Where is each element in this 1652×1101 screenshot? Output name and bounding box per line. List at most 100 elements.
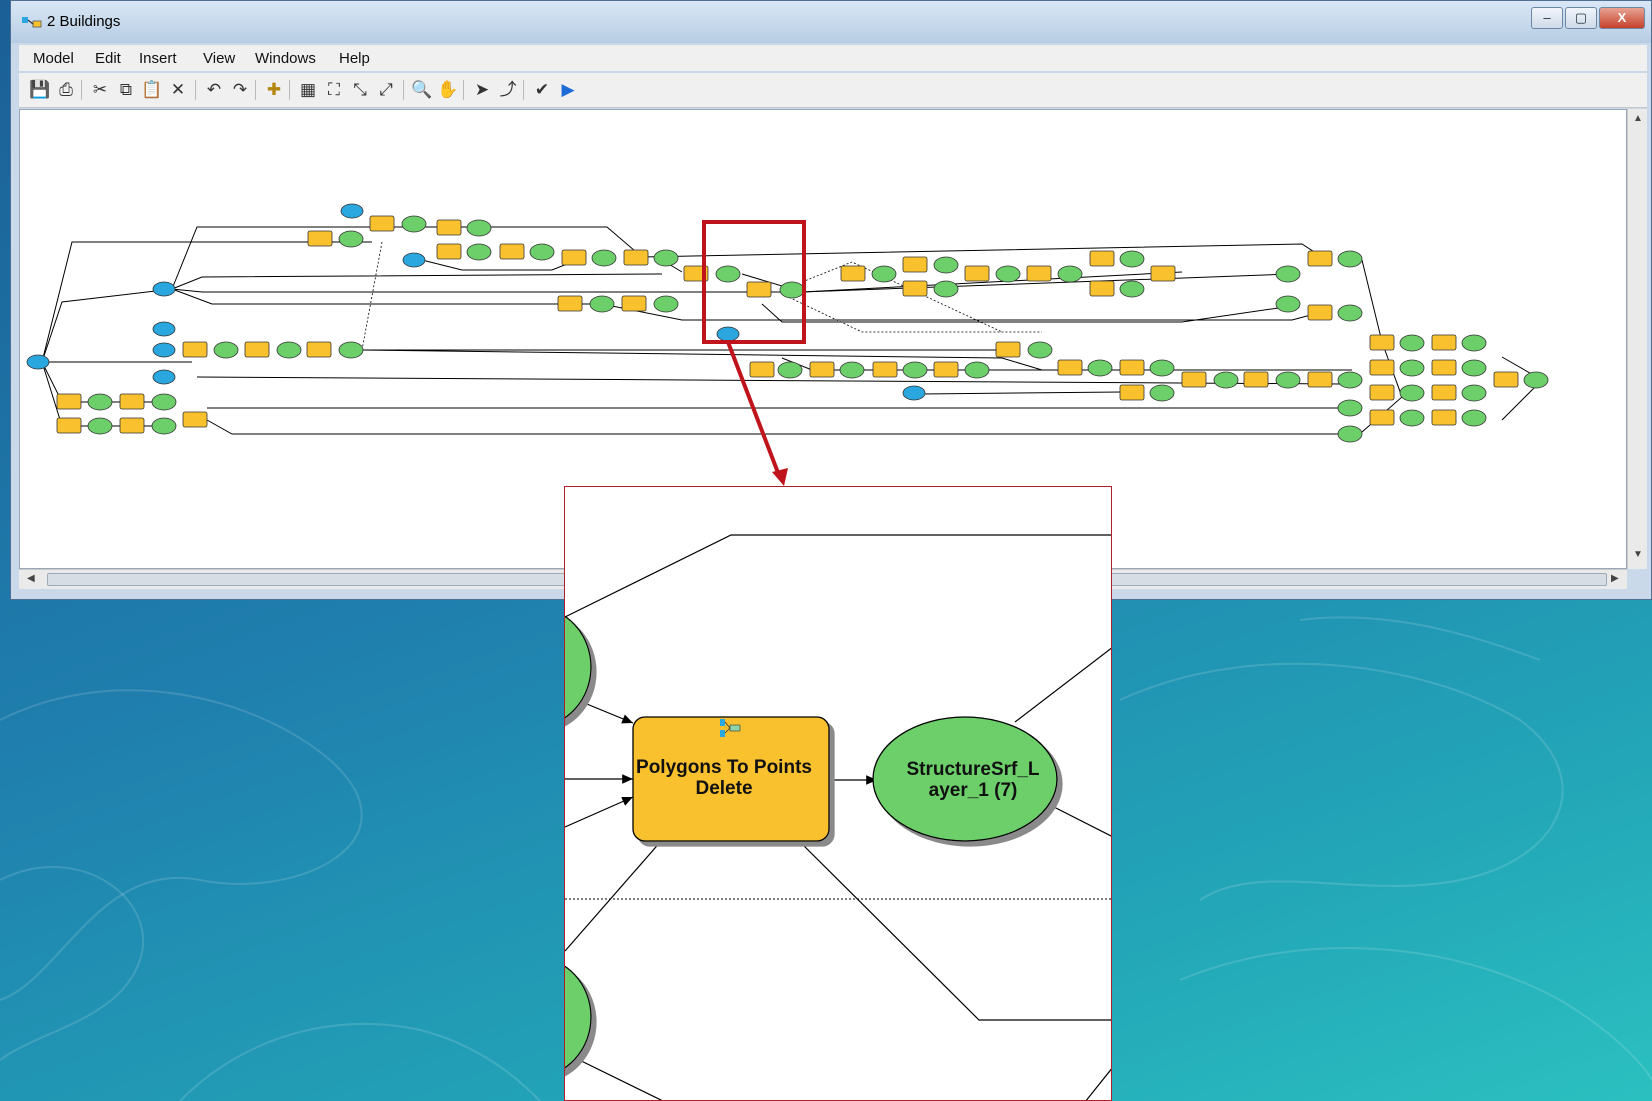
connector-line [41, 288, 173, 363]
data-node [87, 417, 113, 435]
tool-node [436, 243, 462, 260]
pan-icon[interactable]: ✋ [437, 79, 459, 101]
undo-icon[interactable]: ↶ [203, 79, 225, 101]
tool-node [1089, 250, 1115, 267]
auto-layout-icon[interactable]: ▦ [297, 79, 319, 101]
toolbar-separator [255, 80, 256, 100]
toolbar-separator [523, 80, 524, 100]
data-node [1213, 371, 1239, 389]
data-node [213, 341, 239, 359]
data-node [1337, 250, 1363, 268]
input-node [340, 203, 364, 219]
data-node [1337, 304, 1363, 322]
toolbar-separator [463, 80, 464, 100]
tool-node [56, 393, 82, 410]
tool-node [902, 280, 928, 297]
menu-view[interactable]: View [203, 50, 235, 67]
menu-model[interactable]: Model [33, 50, 74, 67]
tool-node [933, 361, 959, 378]
validate-icon[interactable]: ✔ [531, 79, 553, 101]
data-node [1399, 409, 1425, 427]
data-node [1057, 265, 1083, 283]
data-node [933, 280, 959, 298]
data-node [839, 361, 865, 379]
select-icon[interactable]: ➤ [471, 79, 493, 101]
tool-node [623, 249, 649, 266]
add-data-icon[interactable]: ✚ [263, 79, 285, 101]
input-node [716, 326, 740, 342]
copy-icon[interactable]: ⧉ [115, 79, 137, 101]
tool-node [1119, 359, 1145, 376]
scroll-right-icon[interactable]: ▶ [1611, 573, 1619, 584]
tool-node [182, 341, 208, 358]
data-node [1399, 384, 1425, 402]
tool-node [436, 219, 462, 236]
close-button[interactable]: X [1599, 7, 1645, 29]
toolbar: 💾 ⎙ ✂ ⧉ 📋 ✕ ↶ ↷ ✚ ▦ ⛶ ⤡ ⤢ 🔍 ✋ ➤ ⤴ ✔ ▶ [19, 73, 1647, 108]
tool-node [306, 341, 332, 358]
connector-line [171, 288, 782, 293]
menu-help[interactable]: Help [339, 50, 370, 67]
data-node [529, 243, 555, 261]
run-icon[interactable]: ▶ [557, 79, 579, 101]
scroll-down-icon[interactable]: ▼ [1633, 549, 1643, 560]
menu-insert[interactable]: Insert [139, 50, 177, 67]
tool-label[interactable]: Polygons To Points Delete [631, 757, 817, 799]
precondition-line [781, 293, 1042, 333]
title-bar[interactable]: 2 Buildings – ▢ X [11, 1, 1651, 43]
menu-windows[interactable]: Windows [255, 50, 316, 67]
fixed-zoom-out-icon[interactable]: ⤢ [375, 79, 397, 101]
connector-line [361, 349, 1003, 359]
full-extent-icon[interactable]: ⛶ [323, 79, 345, 101]
toolbar-separator [403, 80, 404, 100]
vertical-scrollbar[interactable]: ▲ ▼ [1627, 109, 1647, 569]
scroll-left-icon[interactable]: ◀ [27, 573, 35, 584]
data-node [1337, 425, 1363, 443]
tool-node [1243, 371, 1269, 388]
tool-node [1307, 250, 1333, 267]
save-icon[interactable]: 💾 [29, 79, 51, 101]
minimize-button[interactable]: – [1531, 7, 1563, 29]
input-node [402, 252, 426, 268]
data-node [466, 243, 492, 261]
tool-node [307, 230, 333, 247]
redo-icon[interactable]: ↷ [229, 79, 251, 101]
maximize-button[interactable]: ▢ [1565, 7, 1597, 29]
data-node [1119, 250, 1145, 268]
delete-icon[interactable]: ✕ [167, 79, 189, 101]
paste-icon[interactable]: 📋 [141, 79, 163, 101]
tool-node [499, 243, 525, 260]
input-node [26, 354, 50, 370]
window-title: 2 Buildings [47, 13, 121, 30]
data-node [1149, 384, 1175, 402]
scroll-up-icon[interactable]: ▲ [1633, 113, 1643, 124]
data-node [1275, 295, 1301, 313]
cut-icon[interactable]: ✂ [89, 79, 111, 101]
print-icon[interactable]: ⎙ [55, 79, 77, 101]
precondition-line [361, 241, 383, 351]
toolbar-separator [289, 80, 290, 100]
tool-node [1369, 334, 1395, 351]
data-node [779, 281, 805, 299]
data-node [151, 393, 177, 411]
menu-edit[interactable]: Edit [95, 50, 121, 67]
zoom-in-icon[interactable]: 🔍 [411, 79, 433, 101]
data-ellipse-left-top [565, 615, 592, 719]
data-node [1087, 359, 1113, 377]
data-node [1461, 334, 1487, 352]
tool-node [1057, 359, 1083, 376]
data-node [777, 361, 803, 379]
connector-line [741, 271, 1183, 293]
fixed-zoom-in-icon[interactable]: ⤡ [349, 79, 371, 101]
data-node [964, 361, 990, 379]
data-node [1399, 334, 1425, 352]
tool-node [119, 393, 145, 410]
data-node [653, 295, 679, 313]
tool-node [1493, 371, 1519, 388]
data-node [1523, 371, 1549, 389]
connect-icon[interactable]: ⤴ [497, 79, 519, 101]
data-label[interactable]: StructureSrf_L ayer_1 (7) [883, 759, 1063, 801]
tool-node [561, 249, 587, 266]
tool-node [1150, 265, 1176, 282]
data-node [1399, 359, 1425, 377]
